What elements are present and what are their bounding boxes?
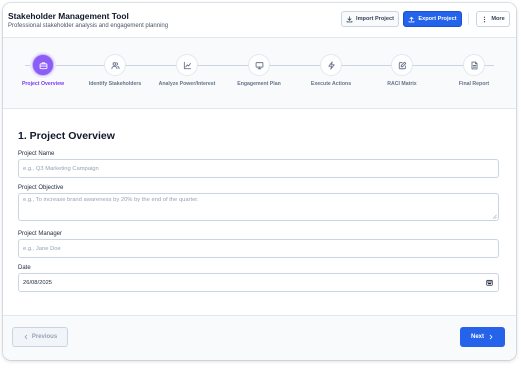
- step-raci-matrix[interactable]: RACI Matrix: [372, 54, 432, 88]
- header-divider: [468, 13, 469, 25]
- step-label: Engagement Plan: [237, 81, 281, 87]
- vertical-dots-icon: [484, 16, 486, 22]
- import-project-label: Import Project: [356, 16, 394, 22]
- project-objective-textarea[interactable]: e.g., To increase brand awareness by 20%…: [18, 193, 499, 221]
- app-header: Stakeholder Management Tool Professional…: [3, 3, 516, 38]
- section-title: 1. Project Overview: [18, 130, 115, 142]
- previous-button[interactable]: Previous: [12, 327, 68, 347]
- date-label: Date: [18, 265, 31, 271]
- step-label: Execute Actions: [310, 81, 352, 87]
- step-label: Project Overview: [21, 81, 65, 87]
- chart-icon: [183, 61, 191, 69]
- lightning-icon: [327, 60, 335, 70]
- more-label: More: [491, 16, 505, 22]
- step-project-overview[interactable]: Project Overview: [13, 54, 73, 88]
- calendar-icon[interactable]: [486, 279, 493, 286]
- users-icon: [110, 61, 120, 69]
- step-circle: [248, 54, 270, 76]
- project-objective-placeholder: e.g., To increase brand awareness by 20%…: [23, 197, 199, 203]
- step-circle: [176, 54, 198, 76]
- chevron-right-icon: [489, 334, 493, 340]
- project-manager-label: Project Manager: [18, 231, 63, 237]
- project-objective-label: Project Objective: [18, 185, 64, 191]
- project-name-label: Project Name: [18, 151, 55, 157]
- step-label: RACI Matrix: [387, 81, 417, 87]
- date-input[interactable]: 26/08/2025: [18, 273, 499, 292]
- step-circle: [463, 54, 485, 76]
- step-label: Analyze Power/Interest: [158, 81, 216, 87]
- upload-icon: [409, 16, 415, 22]
- step-final-report[interactable]: Final Report: [444, 54, 504, 88]
- step-identify-stakeholders[interactable]: Identify Stakeholders: [85, 54, 145, 88]
- app-card: Stakeholder Management Tool Professional…: [3, 3, 516, 360]
- step-label: Identify Stakeholders: [88, 81, 142, 87]
- download-icon: [346, 15, 353, 22]
- chevron-left-icon: [24, 334, 27, 340]
- project-manager-placeholder: e.g., Jane Doe: [23, 245, 61, 252]
- more-button[interactable]: More: [476, 11, 510, 27]
- step-circle: [32, 54, 54, 76]
- export-project-label: Export Project: [418, 16, 457, 22]
- edit-icon: [398, 61, 406, 69]
- step-engagement-plan[interactable]: Engagement Plan: [229, 54, 289, 88]
- project-name-input[interactable]: e.g., Q3 Marketing Campaign: [18, 159, 499, 178]
- step-execute-actions[interactable]: Execute Actions: [301, 54, 361, 88]
- app-title: Stakeholder Management Tool: [8, 11, 129, 21]
- step-label: Final Report: [458, 81, 490, 87]
- briefcase-icon: [39, 61, 47, 69]
- app-subtitle: Professional stakeholder analysis and en…: [8, 23, 169, 29]
- progress-stepper: Project Overview Identify Stakeholders A…: [3, 38, 516, 109]
- project-name-placeholder: e.g., Q3 Marketing Campaign: [23, 165, 99, 172]
- step-analyze-power-interest[interactable]: Analyze Power/Interest: [157, 54, 217, 88]
- project-manager-input[interactable]: e.g., Jane Doe: [18, 239, 499, 258]
- import-project-button[interactable]: Import Project: [341, 11, 399, 27]
- resize-grip-icon[interactable]: [492, 214, 497, 219]
- step-circle: [104, 54, 126, 76]
- next-button[interactable]: Next: [460, 327, 505, 347]
- form-footer: Previous Next: [3, 315, 516, 360]
- next-label: Next: [470, 334, 484, 340]
- step-circle: [391, 54, 413, 76]
- date-value: 26/08/2025: [23, 279, 53, 286]
- document-icon: [471, 61, 477, 69]
- export-project-button[interactable]: Export Project: [403, 11, 462, 27]
- step-circle: [320, 54, 342, 76]
- monitor-icon: [255, 61, 263, 69]
- previous-label: Previous: [31, 334, 58, 340]
